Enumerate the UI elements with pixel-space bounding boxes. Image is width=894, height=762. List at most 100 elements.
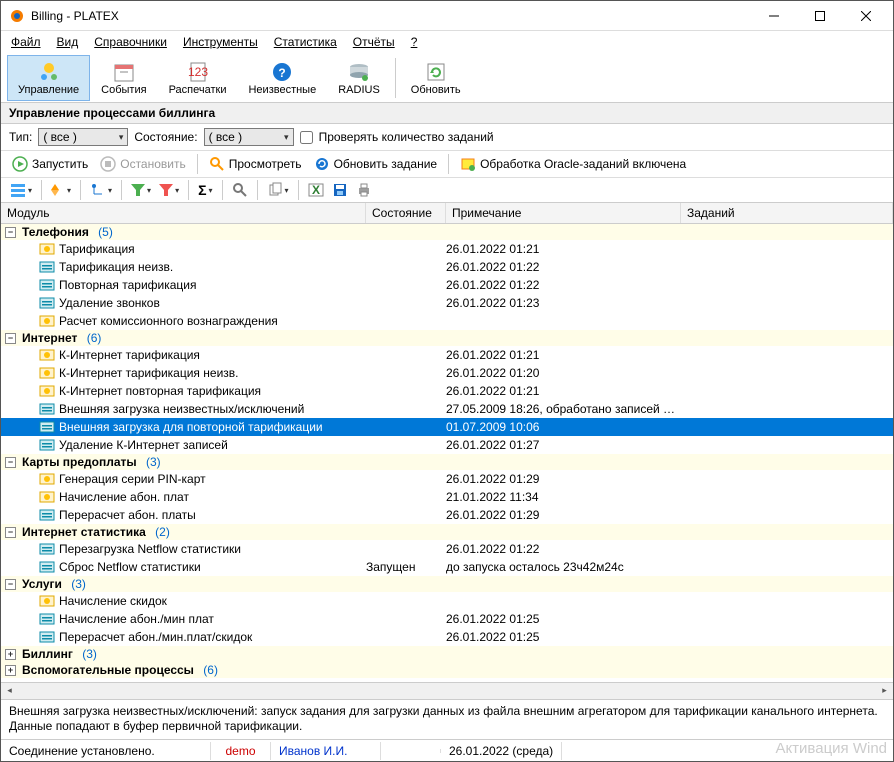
group-count: (2) <box>152 525 170 539</box>
table-row[interactable]: Тарификация26.01.2022 01:21 <box>1 240 893 258</box>
group-row[interactable]: −Телефония (5) <box>1 224 893 240</box>
table-row[interactable]: К-Интернет повторная тарификация26.01.20… <box>1 382 893 400</box>
search-btn[interactable] <box>229 180 251 200</box>
activation-watermark: Активация Wind <box>775 740 887 757</box>
table-row[interactable]: Удаление К-Интернет записей26.01.2022 01… <box>1 436 893 454</box>
tool-radius[interactable]: RADIUS <box>327 55 391 101</box>
module-name: Повторная тарификация <box>59 278 197 292</box>
question-icon: ? <box>270 60 294 84</box>
table-row[interactable]: Перерасчет абон./мин.плат/скидок26.01.20… <box>1 628 893 646</box>
h-scrollbar[interactable]: ◂ ▸ <box>1 682 893 699</box>
col-note[interactable]: Примечание <box>446 203 681 223</box>
scroll-right-icon[interactable]: ▸ <box>876 682 893 699</box>
table-row[interactable]: К-Интернет тарификация неизв.26.01.2022 … <box>1 364 893 382</box>
module-name: Тарификация неизв. <box>59 260 173 274</box>
expand-icon[interactable]: + <box>5 649 16 660</box>
tool-events[interactable]: События <box>90 55 157 101</box>
module-icon <box>39 560 55 574</box>
scroll-left-icon[interactable]: ◂ <box>1 682 18 699</box>
table-row[interactable]: Внешняя загрузка неизвестных/исключений2… <box>1 400 893 418</box>
collapse-icon[interactable]: − <box>5 527 16 538</box>
menu-stats[interactable]: Статистика <box>268 33 343 51</box>
filter-btn[interactable]: ▾ <box>128 180 154 200</box>
check-tasks-count[interactable] <box>300 131 313 144</box>
table-row[interactable]: Удаление звонков26.01.2022 01:23 <box>1 294 893 312</box>
menu-view[interactable]: Вид <box>51 33 85 51</box>
stop-button: Остановить <box>95 153 191 175</box>
minimize-button[interactable] <box>751 1 797 31</box>
menubar: Файл Вид Справочники Инструменты Статист… <box>1 31 893 53</box>
maximize-button[interactable] <box>797 1 843 31</box>
menu-tools[interactable]: Инструменты <box>177 33 264 51</box>
col-tasks[interactable]: Заданий <box>681 203 893 223</box>
type-combo[interactable]: ( все )▾ <box>38 128 128 146</box>
collapse-icon[interactable]: − <box>5 457 16 468</box>
print-btn[interactable] <box>353 180 375 200</box>
collapse-icon[interactable]: − <box>5 579 16 590</box>
table-row[interactable]: Начисление скидок <box>1 592 893 610</box>
tool-unknown[interactable]: ? Неизвестные <box>237 55 327 101</box>
table-row[interactable]: Перерасчет абон. платы26.01.2022 01:29 <box>1 506 893 524</box>
main-toolbar: Управление События 123 Распечатки ? Неиз… <box>1 53 893 103</box>
oracle-toggle[interactable]: Обработка Oracle-заданий включена <box>455 153 691 175</box>
expand-icon[interactable]: + <box>5 665 16 676</box>
sort-btn[interactable]: ▾ <box>48 180 74 200</box>
module-icon <box>39 630 55 644</box>
menu-help[interactable]: ? <box>405 33 424 51</box>
table-row[interactable]: Перезагрузка Netflow статистики26.01.202… <box>1 540 893 558</box>
state-combo[interactable]: ( все )▾ <box>204 128 294 146</box>
module-name: Удаление К-Интернет записей <box>59 438 228 452</box>
menu-file[interactable]: Файл <box>5 33 47 51</box>
group-row[interactable]: −Интернет статистика (2) <box>1 524 893 540</box>
svg-text:?: ? <box>279 66 286 80</box>
module-name: К-Интернет тарификация неизв. <box>59 366 238 380</box>
table-row[interactable]: Сброс Netflow статистикиЗапущендо запуск… <box>1 558 893 576</box>
group-row[interactable]: +Биллинг (3) <box>1 646 893 662</box>
table-row[interactable]: Расчет комиссионного вознаграждения <box>1 312 893 330</box>
excel-btn[interactable]: X <box>305 180 327 200</box>
group-row[interactable]: −Карты предоплаты (3) <box>1 454 893 470</box>
collapse-icon[interactable]: − <box>5 227 16 238</box>
tool-refresh[interactable]: Обновить <box>400 55 472 101</box>
group-row[interactable]: −Интернет (6) <box>1 330 893 346</box>
copy-btn[interactable]: ▾ <box>264 180 292 200</box>
col-module[interactable]: Модуль <box>1 203 366 223</box>
column-headers: Модуль Состояние Примечание Заданий <box>1 203 893 224</box>
group-count: (3) <box>68 577 86 591</box>
table-row[interactable]: Тарификация неизв.26.01.2022 01:22 <box>1 258 893 276</box>
table-row[interactable]: Начисление абон./мин плат26.01.2022 01:2… <box>1 610 893 628</box>
menu-reports[interactable]: Отчёты <box>347 33 401 51</box>
close-button[interactable] <box>843 1 889 31</box>
row-note: 26.01.2022 01:21 <box>446 348 681 362</box>
chevron-down-icon: ▾ <box>119 132 124 143</box>
module-name: Расчет комиссионного вознаграждения <box>59 314 278 328</box>
status-user: Иванов И.И. <box>271 742 381 760</box>
calendar-icon <box>112 60 136 84</box>
sum-btn[interactable]: Σ▾ <box>195 180 215 200</box>
table-row[interactable]: Генерация серии PIN-карт26.01.2022 01:29 <box>1 470 893 488</box>
start-button[interactable]: Запустить <box>7 153 93 175</box>
group-row[interactable]: +Вспомогательные процессы (6) <box>1 662 893 678</box>
module-icon <box>39 260 55 274</box>
tool-manage[interactable]: Управление <box>7 55 90 101</box>
table-row[interactable]: К-Интернет тарификация26.01.2022 01:21 <box>1 346 893 364</box>
tool-print[interactable]: 123 Распечатки <box>158 55 238 101</box>
process-grid[interactable]: −Телефония (5)Тарификация26.01.2022 01:2… <box>1 224 893 682</box>
table-row[interactable]: Внешняя загрузка для повторной тарификац… <box>1 418 893 436</box>
group-name: Интернет <box>22 331 77 345</box>
refresh-task-button[interactable]: Обновить задание <box>309 153 443 175</box>
columns-btn[interactable]: ▾ <box>7 180 35 200</box>
view-button[interactable]: Просмотреть <box>204 153 307 175</box>
group-row[interactable]: −Услуги (3) <box>1 576 893 592</box>
mini-toolbar: ▾ ▾ ▾ ▾ ▾ Σ▾ ▾ X <box>1 178 893 203</box>
group-btn[interactable]: ▾ <box>87 180 115 200</box>
group-name: Услуги <box>22 577 62 591</box>
menu-refs[interactable]: Справочники <box>88 33 173 51</box>
gear-users-icon <box>37 60 61 84</box>
table-row[interactable]: Начисление абон. плат21.01.2022 11:34 <box>1 488 893 506</box>
filter-clear-btn[interactable]: ▾ <box>156 180 182 200</box>
table-row[interactable]: Повторная тарификация26.01.2022 01:22 <box>1 276 893 294</box>
col-state[interactable]: Состояние <box>366 203 446 223</box>
save-btn[interactable] <box>329 180 351 200</box>
collapse-icon[interactable]: − <box>5 333 16 344</box>
